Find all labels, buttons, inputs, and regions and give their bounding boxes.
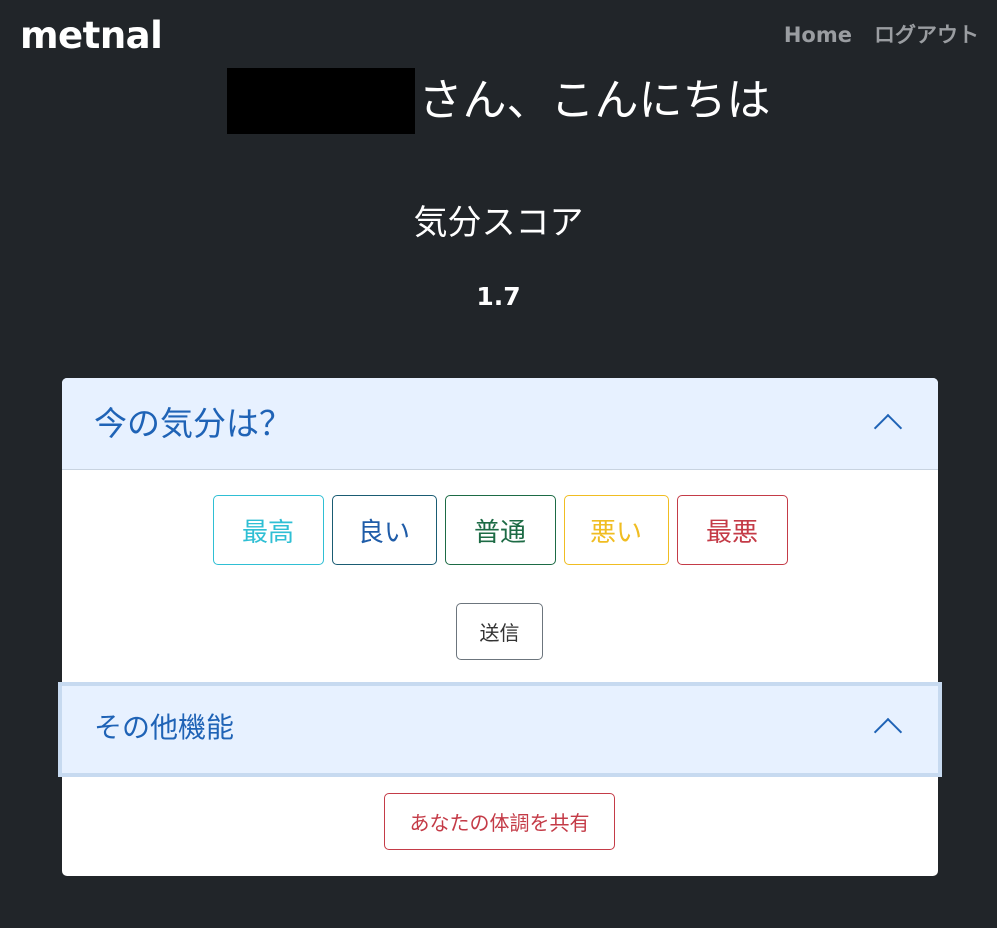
- chevron-up-icon: [873, 717, 903, 747]
- nav-link-logout[interactable]: ログアウト: [874, 18, 979, 52]
- mood-score-value: 1.7: [476, 282, 521, 311]
- accordion-title-mood: 今の気分は？: [94, 404, 292, 443]
- chevron-up-icon: [873, 413, 903, 443]
- accordion-title-other: その他機能: [94, 711, 235, 744]
- accordion-header-other[interactable]: その他機能: [58, 682, 942, 777]
- share-condition-button[interactable]: あなたの体調を共有: [384, 793, 615, 850]
- greeting-text: さん、こんにちは: [418, 75, 771, 126]
- navbar: metnal Home ログアウト: [0, 0, 997, 70]
- accordion-header-mood[interactable]: 今の気分は？: [62, 378, 938, 470]
- mood-button-normal[interactable]: 普通: [444, 495, 556, 565]
- brand-logo[interactable]: metnal: [20, 12, 163, 60]
- mood-score-label: 気分スコア: [413, 203, 584, 243]
- accordion-card: 今の気分は？ 最高 良い 普通 悪い 最悪 送信 その他機能 あなたの体調を共有: [58, 378, 942, 876]
- nav-link-home[interactable]: Home: [784, 18, 852, 52]
- mood-button-best[interactable]: 最高: [212, 495, 324, 565]
- greeting: さん、こんにちは: [0, 68, 997, 134]
- mood-options: 最高 良い 普通 悪い 最悪: [62, 495, 938, 565]
- submit-button[interactable]: 送信: [456, 603, 543, 660]
- mood-button-good[interactable]: 良い: [331, 495, 437, 565]
- redacted-username: [226, 68, 415, 134]
- mood-button-worst[interactable]: 最悪: [676, 495, 788, 565]
- mood-button-bad[interactable]: 悪い: [563, 495, 669, 565]
- nav-links: Home ログアウト: [784, 18, 979, 52]
